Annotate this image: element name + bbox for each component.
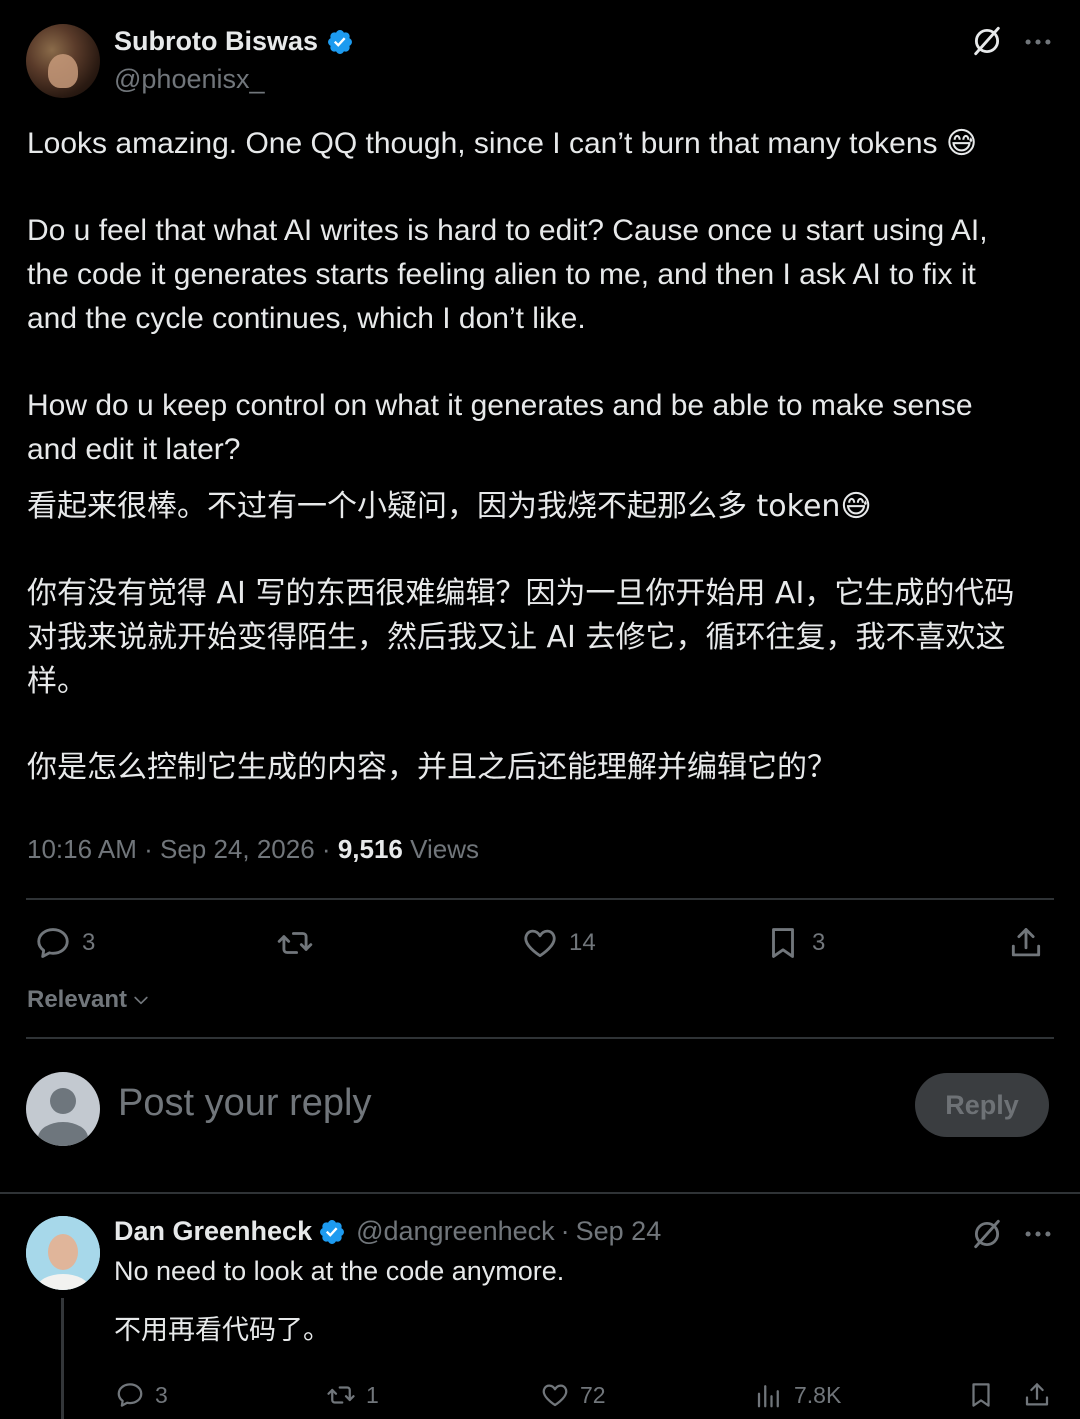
share-action[interactable] — [1007, 924, 1045, 962]
reply-repost-action[interactable]: 1 — [326, 1380, 379, 1410]
post-text-en-3: How do u keep control on what it generat… — [27, 389, 973, 466]
sort-label: Relevant — [27, 986, 128, 1013]
author-name-row: Subroto Biswas — [114, 26, 354, 57]
more-options-icon[interactable] — [1021, 1217, 1055, 1251]
divider — [26, 898, 1054, 900]
more-options-icon[interactable] — [1021, 25, 1055, 59]
reply-like-count: 72 — [580, 1381, 606, 1408]
reply-text-en: No need to look at the code anymore. — [114, 1256, 565, 1286]
analytics-icon — [757, 1385, 779, 1408]
post-text-cn-1: 看起来很棒。不过有一个小疑问，因为我烧不起那么多 token😅 — [27, 489, 872, 524]
repost-action[interactable] — [276, 924, 314, 962]
share-icon — [1025, 1383, 1049, 1406]
verified-badge-icon — [320, 1219, 345, 1244]
reply-date[interactable]: Sep 24 — [576, 1216, 662, 1247]
profile-photo — [26, 1216, 100, 1290]
reply-author-handle[interactable]: @dangreenheck — [356, 1216, 555, 1247]
heart-icon — [542, 1384, 568, 1407]
bookmark-icon — [972, 1383, 990, 1407]
repost-icon — [327, 1386, 355, 1404]
grok-icon[interactable] — [970, 24, 1004, 58]
post-date[interactable]: Sep 24, 2026 — [160, 834, 315, 864]
default-avatar-icon — [38, 1088, 88, 1146]
reply-repost-count: 1 — [366, 1381, 379, 1408]
divider — [26, 1037, 1054, 1039]
post-text-en-1: Looks amazing. One QQ though, since I ca… — [27, 127, 978, 160]
author-avatar[interactable] — [26, 24, 100, 98]
views-count: 9,516 — [337, 834, 403, 864]
like-count: 14 — [569, 929, 596, 956]
reply-bookmark-action[interactable] — [966, 1380, 996, 1410]
post-meta: 10:16 AM · Sep 24, 2026 · 9,516 Views — [27, 834, 480, 864]
post-text-cn-2: 你有没有觉得 AI 写的东西很难编辑？因为一旦你开始用 AI，它生成的代码 对我… — [27, 576, 1015, 699]
reply-reply-count: 3 — [155, 1381, 168, 1408]
divider — [0, 1192, 1080, 1194]
chevron-down-icon — [134, 996, 148, 1005]
sort-dropdown[interactable]: Relevant — [27, 986, 151, 1014]
bookmark-action[interactable]: 3 — [764, 924, 825, 962]
reply-input[interactable]: Post your reply — [118, 1082, 371, 1125]
reply-share-action[interactable] — [1022, 1380, 1052, 1410]
reply-action[interactable]: 3 — [34, 924, 95, 962]
verified-badge-icon — [328, 29, 352, 54]
author-handle[interactable]: @phoenisx_ — [114, 64, 265, 95]
reply-like-action[interactable]: 72 — [540, 1380, 606, 1410]
reply-author-name[interactable]: Dan Greenheck — [114, 1216, 312, 1247]
reply-button[interactable]: Reply — [915, 1073, 1049, 1137]
reply-reply-action[interactable]: 3 — [115, 1380, 168, 1410]
views-label: Views — [410, 834, 480, 864]
post-text-en-2: Do u feel that what AI writes is hard to… — [27, 214, 988, 335]
thread-line — [61, 1298, 64, 1419]
heart-icon — [524, 929, 556, 958]
bookmark-count: 3 — [812, 929, 826, 956]
like-action[interactable]: 14 — [521, 924, 596, 962]
reply-views-count: 7.8K — [794, 1381, 842, 1408]
reply-author-row: Dan Greenheck @dangreenheck · Sep 24 — [114, 1216, 662, 1247]
grok-icon[interactable] — [970, 1217, 1004, 1251]
reply-author-avatar[interactable] — [26, 1216, 100, 1290]
current-user-avatar — [26, 1072, 100, 1146]
post-time[interactable]: 10:16 AM — [27, 834, 137, 864]
reply-views-action[interactable]: 7.8K — [754, 1380, 841, 1410]
reply-count: 3 — [82, 929, 96, 956]
bookmark-icon — [772, 928, 794, 958]
reply-text-cn: 不用再看代码了。 — [114, 1315, 330, 1346]
post-text-cn-3: 你是怎么控制它生成的内容，并且之后还能理解并编辑它的？ — [27, 750, 837, 785]
share-icon — [1011, 928, 1041, 957]
reply-icon — [117, 1383, 143, 1407]
repost-icon — [277, 932, 313, 954]
author-name[interactable]: Subroto Biswas — [114, 26, 318, 57]
reply-icon — [37, 928, 69, 958]
